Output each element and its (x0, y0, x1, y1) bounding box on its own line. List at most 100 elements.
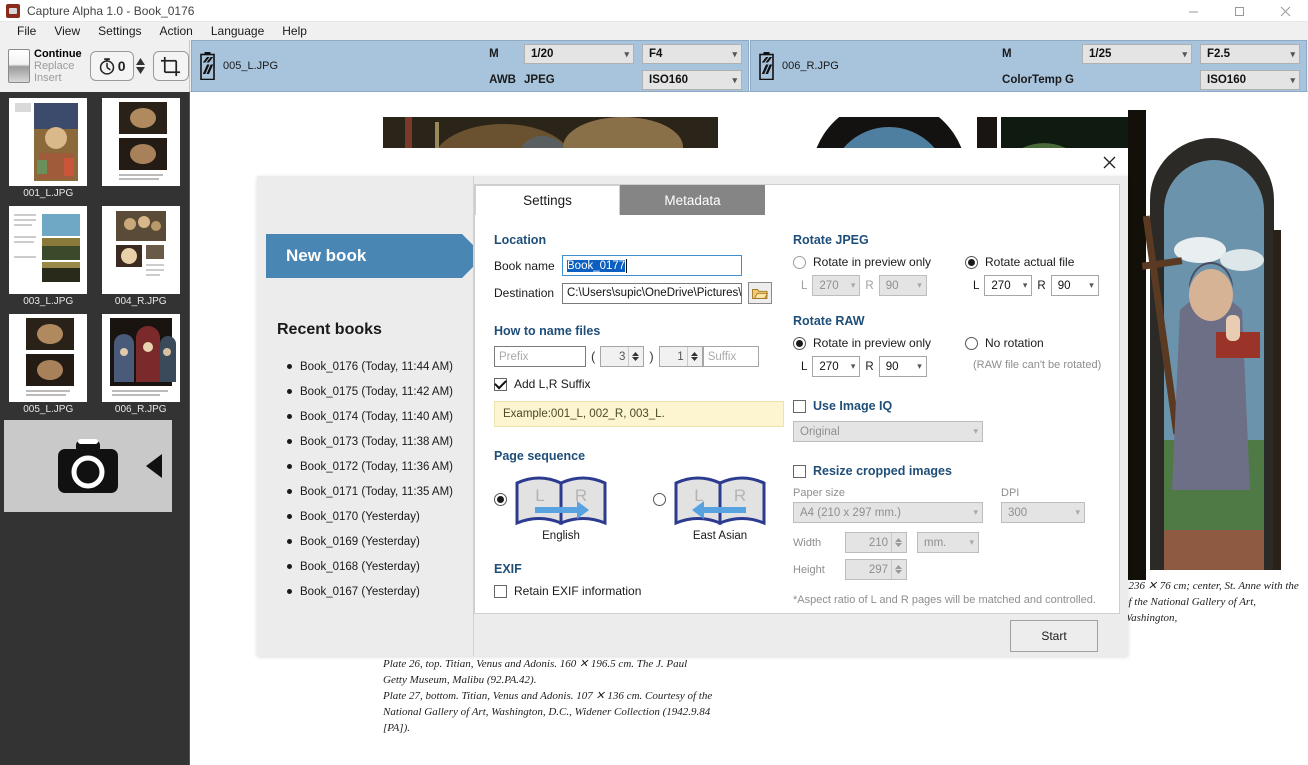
unit-select[interactable]: mm. ▾ (917, 532, 979, 553)
start-number-arrows[interactable] (686, 347, 701, 366)
image-iq-value: Original (800, 425, 840, 438)
start-button[interactable]: Start (1010, 620, 1098, 652)
dpi-select[interactable]: 300 ▾ (1001, 502, 1085, 523)
camera-right-fields: M 1/25 ▾ F2.5 ▾ ColorTemp G ISO160 ▾ (1002, 41, 1300, 93)
prefix-input[interactable]: Prefix (494, 346, 586, 367)
radio-english[interactable] (494, 493, 507, 506)
height-stepper[interactable]: 297 (845, 559, 907, 580)
rotate-raw-heading: Rotate RAW (793, 314, 865, 328)
list-item[interactable]: Book_0171 (Today, 11:35 AM) (287, 479, 477, 504)
jpeg-actual-l-select[interactable]: 270 ▾ (984, 275, 1033, 296)
list-item[interactable]: Book_0170 (Yesterday) (287, 504, 477, 529)
mode-replace-label[interactable]: Replace (34, 60, 82, 72)
menu-language[interactable]: Language (202, 22, 273, 40)
jpeg-actual-r-select[interactable]: 90 ▾ (1050, 275, 1099, 296)
minimize-button[interactable] (1170, 0, 1216, 22)
camera-right-iso-select[interactable]: ISO160 ▾ (1200, 70, 1300, 90)
width-arrows[interactable] (891, 533, 905, 552)
chevron-up-icon (690, 352, 698, 356)
chevron-down-icon: ▾ (850, 280, 856, 290)
aspect-ratio-note: *Aspect ratio of L and R pages will be m… (793, 594, 1096, 606)
digit-count-arrows[interactable] (628, 347, 642, 366)
thumbnail-item[interactable] (97, 98, 186, 200)
battery-icon (200, 52, 215, 80)
page-sequence-option-english[interactable]: L R (494, 471, 609, 527)
camera-panel-left[interactable]: 005_L.JPG M 1/20 ▾ F4 ▾ AWB JPEG ISO160 … (191, 40, 749, 92)
camera-panel-right[interactable]: 006_R.JPG M 1/25 ▾ F2.5 ▾ ColorTemp G IS… (750, 40, 1307, 92)
raw-preview-l-select[interactable]: 270 ▾ (812, 356, 861, 377)
svg-text:R: R (575, 486, 587, 505)
menu-settings[interactable]: Settings (89, 22, 150, 40)
collapse-filmstrip-arrow[interactable] (146, 454, 162, 478)
camera-right-shutter-select[interactable]: 1/25 ▾ (1082, 44, 1192, 64)
capture-mode-switch[interactable] (8, 49, 30, 83)
list-item[interactable]: Book_0167 (Yesterday) (287, 579, 477, 604)
jpeg-preview-l-select[interactable]: 270 ▾ (812, 275, 861, 296)
camera-left-aperture-select[interactable]: F4 ▾ (642, 44, 742, 64)
camera-left-shutter-select[interactable]: 1/20 ▾ (524, 44, 634, 64)
list-item[interactable]: Book_0169 (Yesterday) (287, 529, 477, 554)
close-button[interactable] (1262, 0, 1308, 22)
resize-cropped-checkbox[interactable]: Resize cropped images (793, 464, 1105, 478)
radio-jpeg-preview[interactable] (793, 255, 806, 269)
tab-metadata[interactable]: Metadata (620, 185, 765, 215)
maximize-button[interactable] (1216, 0, 1262, 22)
list-item[interactable]: Book_0173 (Today, 11:38 AM) (287, 429, 477, 454)
radio-raw-none[interactable] (965, 336, 978, 350)
menu-view[interactable]: View (45, 22, 89, 40)
list-item[interactable]: Book_0168 (Yesterday) (287, 554, 477, 579)
mode-continue-label[interactable]: Continue (34, 48, 82, 60)
radio-jpeg-actual[interactable] (965, 255, 978, 269)
timer-stepper[interactable] (135, 58, 145, 74)
rotate-raw-preview-option[interactable]: Rotate in preview only (793, 336, 965, 350)
rotate-jpeg-actual-option[interactable]: Rotate actual file (965, 255, 1105, 269)
retain-exif-checkbox[interactable]: Retain EXIF information (494, 584, 784, 598)
list-item[interactable]: Book_0174 (Today, 11:40 AM) (287, 404, 477, 429)
image-iq-select[interactable]: Original ▾ (793, 421, 983, 442)
book-name-input[interactable]: Book_0177 (562, 255, 742, 276)
recent-book-label: Book_0176 (Today, 11:44 AM) (300, 360, 454, 373)
width-stepper[interactable]: 210 (845, 532, 907, 553)
recent-book-label: Book_0174 (Today, 11:40 AM) (300, 410, 454, 423)
rotate-raw-none-option[interactable]: No rotation (965, 336, 1105, 350)
menu-action[interactable]: Action (151, 22, 202, 40)
suffix-input[interactable]: Suffix (702, 346, 759, 367)
new-book-button[interactable]: New book (266, 234, 484, 278)
battery-icon (759, 52, 774, 80)
thumbnail-item[interactable]: 001_L.JPG (4, 98, 93, 200)
mode-insert-label[interactable]: Insert (34, 72, 82, 84)
list-item[interactable]: Book_0172 (Today, 11:36 AM) (287, 454, 477, 479)
thumbnail-item[interactable]: 003_L.JPG (4, 206, 93, 308)
use-image-iq-checkbox[interactable]: Use Image IQ (793, 399, 1105, 413)
destination-input[interactable]: C:\Users\supic\OneDrive\Pictures\ (562, 282, 742, 304)
camera-right-shutter-value: 1/25 (1089, 48, 1112, 60)
camera-right-aperture-select[interactable]: F2.5 ▾ (1200, 44, 1300, 64)
camera-left-fields: M 1/20 ▾ F4 ▾ AWB JPEG ISO160 ▾ (489, 41, 742, 93)
radio-east-asian[interactable] (653, 493, 666, 506)
thumbnail-item[interactable]: 005_L.JPG (4, 314, 93, 416)
tab-settings[interactable]: Settings (475, 185, 620, 215)
page-sequence-option-east-asian[interactable]: L R (653, 471, 768, 527)
browse-destination-button[interactable] (748, 282, 772, 304)
thumbnail-item[interactable]: 004_R.JPG (97, 206, 186, 308)
menu-file[interactable]: File (8, 22, 45, 40)
capture-button[interactable] (4, 420, 172, 512)
chevron-down-icon (632, 357, 640, 361)
timer-button[interactable]: 0 (89, 51, 134, 81)
camera-left-iso-select[interactable]: ISO160 ▾ (642, 70, 742, 90)
paper-size-select[interactable]: A4 (210 x 297 mm.) ▾ (793, 502, 983, 523)
digit-count-stepper[interactable]: 3 (600, 346, 645, 367)
menu-help[interactable]: Help (273, 22, 316, 40)
start-number-stepper[interactable]: 1 (658, 346, 703, 367)
list-item[interactable]: Book_0176 (Today, 11:44 AM) (287, 354, 477, 379)
rotate-jpeg-preview-option[interactable]: Rotate in preview only (793, 255, 965, 269)
radio-raw-preview[interactable] (793, 336, 806, 350)
height-arrows[interactable] (891, 560, 905, 579)
close-icon[interactable] (1098, 152, 1120, 172)
jpeg-preview-r-select[interactable]: 90 ▾ (878, 275, 927, 296)
list-item[interactable]: Book_0175 (Today, 11:42 AM) (287, 379, 477, 404)
raw-preview-r-select[interactable]: 90 ▾ (878, 356, 927, 377)
crop-button[interactable] (152, 51, 189, 81)
add-lr-suffix-checkbox[interactable]: Add L,R Suffix (494, 377, 784, 391)
thumbnail-item[interactable]: 006_R.JPG (97, 314, 186, 416)
